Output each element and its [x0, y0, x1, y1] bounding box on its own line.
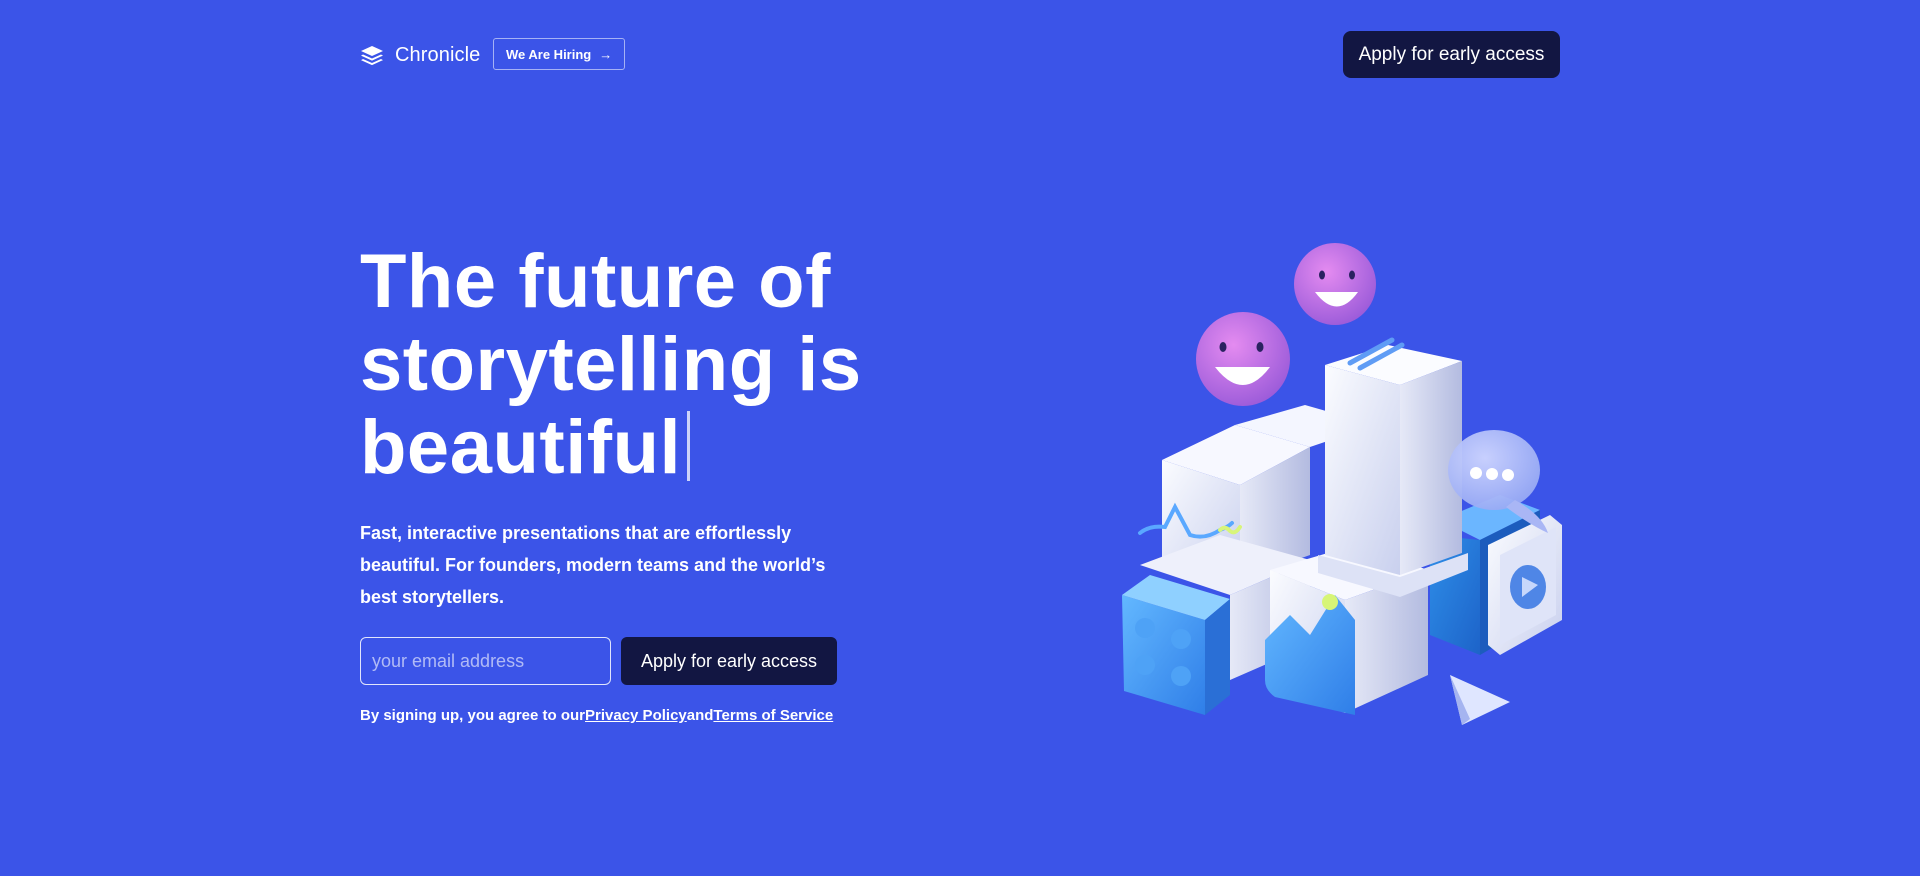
signup-form: Apply for early access	[360, 637, 920, 685]
hero-headline: The future of storytelling is beautiful	[360, 240, 920, 489]
hero-section: The future of storytelling is beautiful …	[360, 240, 920, 724]
smiley-emoji-icon	[1196, 312, 1290, 406]
email-input[interactable]	[360, 637, 611, 685]
layers-logo-icon	[361, 45, 383, 65]
legal-prefix: By signing up, you agree to our	[360, 707, 586, 724]
apply-button[interactable]: Apply for early access	[621, 637, 837, 685]
text-cursor	[687, 411, 691, 481]
hiring-label: We Are Hiring	[506, 46, 592, 62]
landing-page: Chronicle We Are Hiring → Apply for earl…	[0, 0, 1920, 876]
header-apply-button[interactable]: Apply for early access	[1343, 31, 1560, 78]
site-header: Chronicle We Are Hiring → Apply for earl…	[360, 31, 1560, 78]
hero-subtext: Fast, interactive presentations that are…	[360, 523, 826, 607]
terms-of-service-link[interactable]: Terms of Service	[713, 707, 833, 724]
lego-block-icon	[1122, 575, 1230, 715]
smiley-emoji-icon	[1294, 243, 1376, 325]
brand-name: Chronicle	[395, 44, 481, 66]
legal-and: and	[686, 707, 714, 724]
tall-column-block	[1318, 337, 1468, 597]
we-are-hiring-link[interactable]: We Are Hiring →	[493, 38, 626, 70]
legal-notice: By signing up, you agree to ourPrivacy P…	[360, 707, 920, 724]
cursor-arrow-icon	[1450, 675, 1510, 725]
hero-illustration	[1122, 243, 1562, 725]
brand-logo[interactable]: Chronicle	[360, 44, 480, 67]
headline-text: The future of storytelling is beautiful	[360, 239, 862, 490]
privacy-policy-link[interactable]: Privacy Policy	[585, 707, 687, 724]
arrow-right-icon: →	[599, 46, 613, 62]
